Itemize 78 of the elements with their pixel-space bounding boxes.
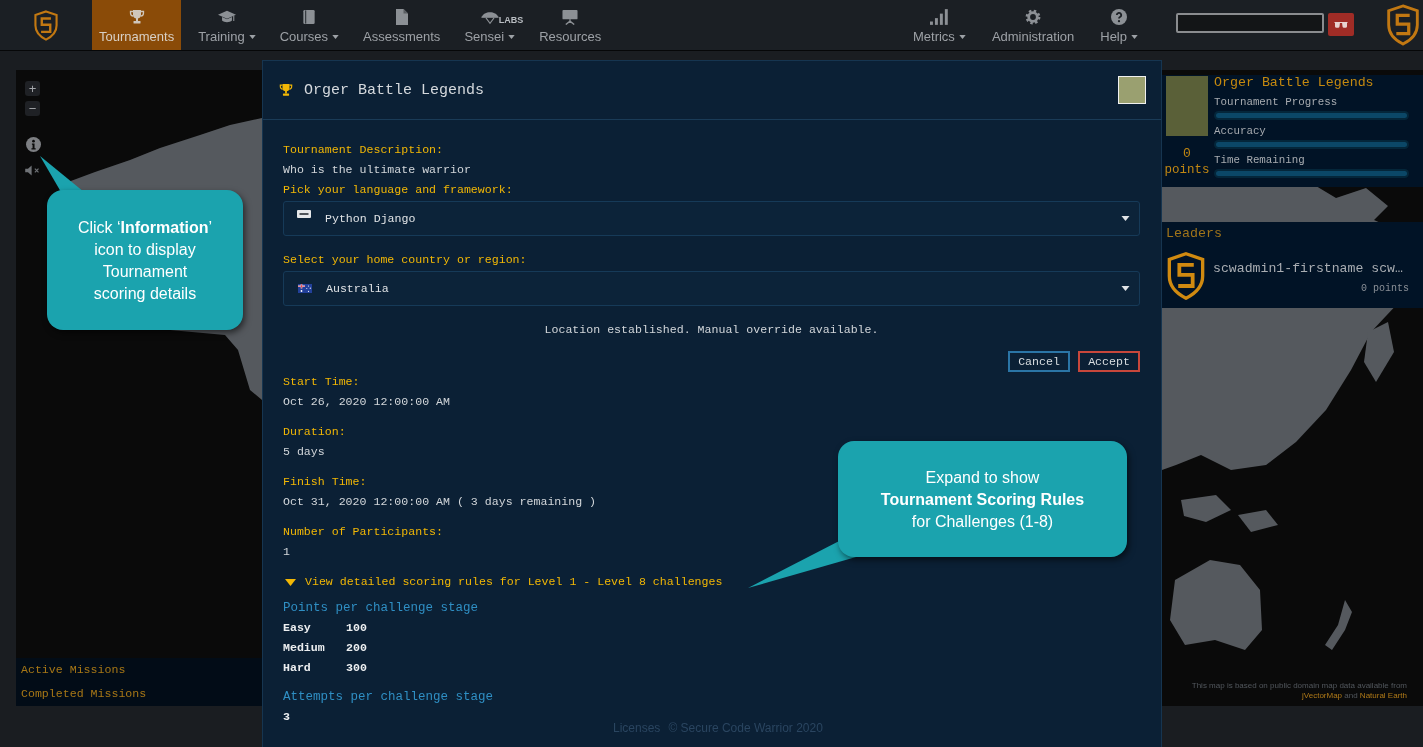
meter-label: Time Remaining — [1214, 153, 1305, 167]
scoring-cell-text: Hard — [283, 660, 311, 676]
leader-points: 0 points — [1361, 282, 1409, 296]
search-field[interactable] — [1176, 13, 1324, 33]
detail-value: 1 — [283, 544, 290, 560]
nav-tab[interactable]: Metrics — [906, 0, 973, 50]
attribution-link[interactable]: Natural Earth — [1359, 691, 1407, 700]
easel-icon — [561, 9, 580, 25]
cancel-button[interactable]: Cancel — [1008, 351, 1070, 372]
scoring-cell-text: 100 — [346, 620, 367, 636]
points-value: 0 — [1183, 146, 1191, 162]
framework-logo-icon — [297, 209, 311, 218]
missions-link[interactable]: Active Missions — [21, 658, 126, 682]
missions-link[interactable]: Completed Missions — [21, 682, 147, 706]
nav-tab[interactable]: Tournaments — [92, 0, 182, 50]
flag-icon — [298, 284, 312, 293]
muted-speaker-icon[interactable] — [25, 165, 41, 176]
icon-button[interactable] — [1328, 13, 1354, 36]
nav-tab[interactable]: Assessments — [356, 0, 448, 50]
detail-label: Duration: — [283, 424, 346, 440]
nav-tab[interactable]: Resources — [532, 0, 609, 50]
avatar-placeholder — [1118, 76, 1146, 104]
accept-button[interactable]: Accept — [1078, 351, 1140, 372]
detail-value: Oct 26, 2020 12:00:00 AM — [283, 394, 450, 410]
callout-text: Expand to show Tournament Scoring Rules for Challenges (1-8) — [879, 468, 1086, 532]
tournament-title: Orger Battle Legends — [1214, 75, 1374, 91]
nav-tab[interactable]: Administration — [984, 0, 1082, 50]
status-message: Location established. Manual override available. — [543, 322, 880, 338]
scoring-cell-text: 200 — [346, 640, 367, 656]
shield-logo-icon[interactable] — [33, 9, 59, 41]
scoring-rules-toggle[interactable]: View detailed scoring rules for Level 1 - Level 8 challenges — [283, 572, 723, 592]
field-value: Who is the ultimate warrior — [283, 162, 471, 178]
modal-title: Orger Battle Legends — [304, 81, 485, 99]
leaders-heading: Leaders — [1166, 226, 1222, 242]
nav-tab[interactable]: Training — [191, 0, 263, 50]
nav-tab[interactable]: Courses — [272, 0, 347, 50]
field-label: Select your home country or region: — [283, 252, 527, 268]
section-heading: Points per challenge stage — [283, 600, 479, 617]
detail-label: Number of Participants: — [283, 524, 444, 540]
scoring-cell-text: 3 — [283, 709, 290, 725]
trophy-icon — [279, 83, 293, 97]
detail-value: Oct 31, 2020 12:00:00 AM ( 3 days remaining ) — [283, 494, 597, 510]
meter-label: Accuracy — [1214, 124, 1266, 138]
detail-label: Start Time: — [283, 374, 360, 390]
trophy-icon — [127, 9, 146, 25]
scoring-cell-text: 300 — [346, 660, 367, 676]
nav-tab[interactable]: Help — [1093, 0, 1145, 50]
attribution-link[interactable]: jVectorMap — [1302, 691, 1343, 700]
field-label: Tournament Description: — [283, 142, 444, 158]
glasses-icon — [1334, 20, 1348, 29]
settings-icon — [1024, 9, 1043, 25]
section-heading: Attempts per challenge stage — [283, 689, 494, 706]
caret-icon — [1121, 286, 1130, 291]
scoring-cell-text: Easy — [283, 620, 311, 636]
shield-logo-icon — [1385, 4, 1421, 46]
info-icon[interactable] — [26, 137, 41, 152]
field-label: Pick your language and framework: — [283, 182, 513, 198]
meter-label: Tournament Progress — [1214, 95, 1338, 109]
leader-name: scwadmin1-firstname scw… — [1213, 261, 1403, 277]
detail-label: Finish Time: — [283, 474, 367, 490]
nav-tab[interactable]: LABS Sensei — [457, 0, 523, 50]
dropdown-field[interactable]: Python Django — [283, 201, 1140, 236]
zoom-out-button[interactable]: − — [25, 101, 40, 116]
shield-logo-icon — [1166, 250, 1206, 302]
points-label: points — [1164, 162, 1210, 178]
avatar-placeholder — [1166, 76, 1208, 136]
zoom-in-button[interactable]: + — [25, 81, 40, 96]
superscript-label: LABS — [498, 15, 524, 25]
detail-value: 5 days — [283, 444, 325, 460]
graduation-cap-icon — [217, 9, 236, 25]
callout-text: Click ‘Information’ icon to display Tournament scoring details — [76, 218, 214, 304]
dropdown-field[interactable]: Australia — [283, 271, 1140, 306]
hat-icon — [480, 9, 499, 25]
bar-chart-icon — [930, 9, 949, 25]
caret-icon — [1121, 216, 1130, 221]
help-icon — [1110, 9, 1129, 25]
map-attribution: This map is based on public domain map data available from jVectorMap and Natural Earth — [1190, 681, 1408, 702]
scoring-cell-text: Medium — [283, 640, 325, 656]
